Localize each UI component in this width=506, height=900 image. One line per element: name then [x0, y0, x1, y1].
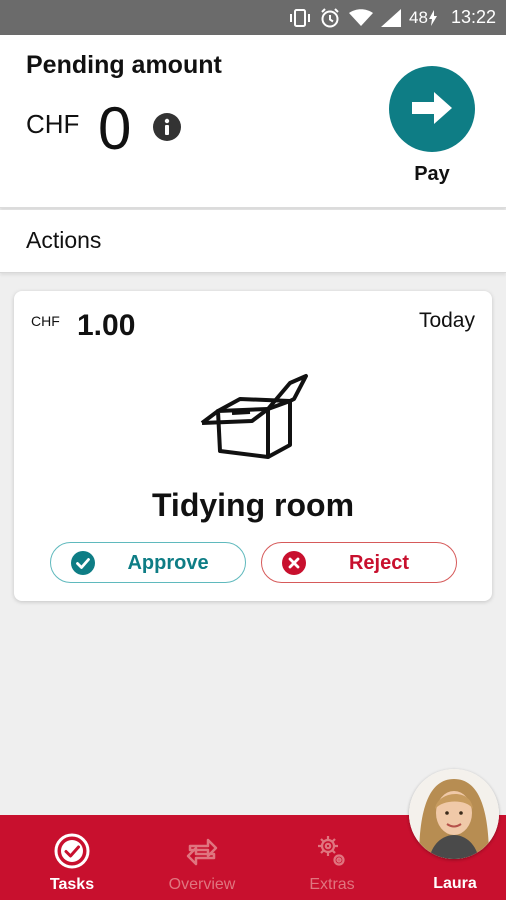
box-icon — [198, 371, 310, 463]
alarm-icon — [319, 7, 341, 29]
battery-percent: 48 — [409, 7, 428, 27]
reject-button[interactable]: Reject — [261, 542, 457, 583]
nav-tasks-label: Tasks — [49, 876, 95, 893]
actions-title: Actions — [26, 227, 102, 253]
pay-button[interactable] — [389, 66, 475, 152]
approve-label: Approve — [127, 552, 209, 574]
status-bar: 48 13:22 — [0, 0, 506, 35]
clock: 13:22 — [450, 7, 496, 27]
transfer-arrows-icon — [184, 833, 220, 869]
avatar[interactable] — [409, 769, 499, 859]
vibrate-icon — [289, 8, 311, 28]
task-date: Today — [418, 309, 475, 332]
pending-amount-value: 0 — [98, 95, 132, 162]
pending-amount-panel: Pending amount CHF 0 Pay — [0, 35, 506, 208]
task-title: Tidying room — [151, 487, 355, 523]
nav-profile[interactable]: Laura — [405, 769, 505, 900]
close-circle-icon — [282, 551, 306, 575]
nav-overview[interactable]: Overview — [147, 815, 257, 900]
info-icon[interactable] — [153, 113, 181, 141]
pay-label[interactable]: Pay — [389, 163, 475, 186]
pending-currency: CHF — [26, 109, 80, 139]
gears-icon — [314, 833, 350, 869]
check-circle-icon — [71, 551, 95, 575]
reject-label: Reject — [348, 552, 410, 574]
task-amount: 1.00 — [77, 309, 136, 342]
nav-extras-label: Extras — [309, 876, 355, 893]
wifi-icon — [349, 8, 374, 27]
charging-bolt-icon — [428, 9, 437, 26]
arrow-right-icon — [410, 90, 454, 129]
check-circle-icon — [54, 833, 90, 869]
nav-tasks[interactable]: Tasks — [17, 815, 127, 900]
pending-amount-title: Pending amount — [26, 51, 222, 79]
task-currency: CHF — [31, 313, 60, 329]
cell-signal-icon — [381, 8, 402, 27]
nav-extras[interactable]: Extras — [277, 815, 387, 900]
bottom-navigation: Tasks Overview Extras Laura — [0, 769, 506, 900]
nav-overview-label: Overview — [168, 876, 236, 893]
task-card[interactable]: CHF 1.00 Today Tidying room Approve Reje… — [14, 291, 492, 601]
actions-section-header: Actions — [0, 210, 506, 273]
profile-name: Laura — [433, 875, 477, 892]
approve-button[interactable]: Approve — [50, 542, 246, 583]
